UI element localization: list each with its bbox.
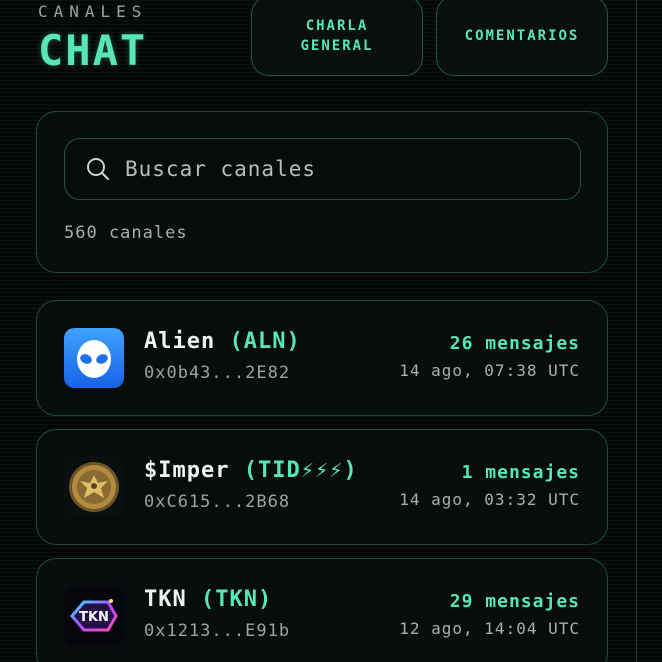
channel-address: 0xC615...2B68: [144, 492, 291, 512]
timestamp: 14 ago, 07:38 UTC: [399, 361, 580, 380]
channel-name: Alien: [144, 329, 216, 354]
tab-label-line2: GENERAL: [300, 38, 374, 54]
timestamp: 12 ago, 14:04 UTC: [399, 619, 580, 638]
channel-symbol: (TID⚡⚡⚡): [243, 458, 358, 483]
channel-count: 560 canales: [64, 223, 188, 243]
channel-item[interactable]: TKN TKN (TKN) 0x1213...E91b 29 mensajes …: [36, 558, 608, 662]
tab-label-line1: CHARLA: [305, 18, 369, 34]
channel-title: Alien (ALN): [144, 329, 301, 354]
channel-item[interactable]: $Imper (TID⚡⚡⚡) 0xC615...2B68 1 mensajes…: [36, 429, 608, 545]
svg-text:TKN: TKN: [79, 610, 109, 625]
search-panel: 560 canales: [36, 111, 608, 273]
message-count: 26 mensajes: [449, 333, 580, 354]
tab-comments[interactable]: COMENTARIOS: [436, 0, 608, 76]
search-box[interactable]: [64, 138, 581, 200]
channel-title: TKN (TKN): [144, 587, 272, 612]
page-title: CHAT: [38, 26, 148, 75]
channel-symbol: (ALN): [229, 329, 301, 354]
channel-address: 0x0b43...2E82: [144, 363, 291, 383]
timestamp: 14 ago, 03:32 UTC: [399, 490, 580, 509]
channel-address: 0x1213...E91b: [144, 621, 291, 641]
search-input[interactable]: [123, 156, 580, 182]
channel-name: TKN: [144, 587, 187, 612]
message-count: 1 mensajes: [461, 462, 580, 483]
alien-icon: [64, 328, 124, 388]
channel-title: $Imper (TID⚡⚡⚡): [144, 458, 358, 483]
channel-symbol: (TKN): [201, 587, 273, 612]
channel-item[interactable]: Alien (ALN) 0x0b43...2E82 26 mensajes 14…: [36, 300, 608, 416]
search-icon: [85, 156, 111, 182]
eagle-coin-icon: [64, 457, 124, 517]
channel-name: $Imper: [144, 458, 230, 483]
message-count: 29 mensajes: [449, 591, 580, 612]
tab-label: COMENTARIOS: [464, 28, 580, 44]
tab-general-chat[interactable]: CHARLA GENERAL: [251, 0, 423, 76]
tkn-logo-icon: TKN: [64, 586, 124, 646]
section-label: CANALES: [38, 2, 148, 21]
